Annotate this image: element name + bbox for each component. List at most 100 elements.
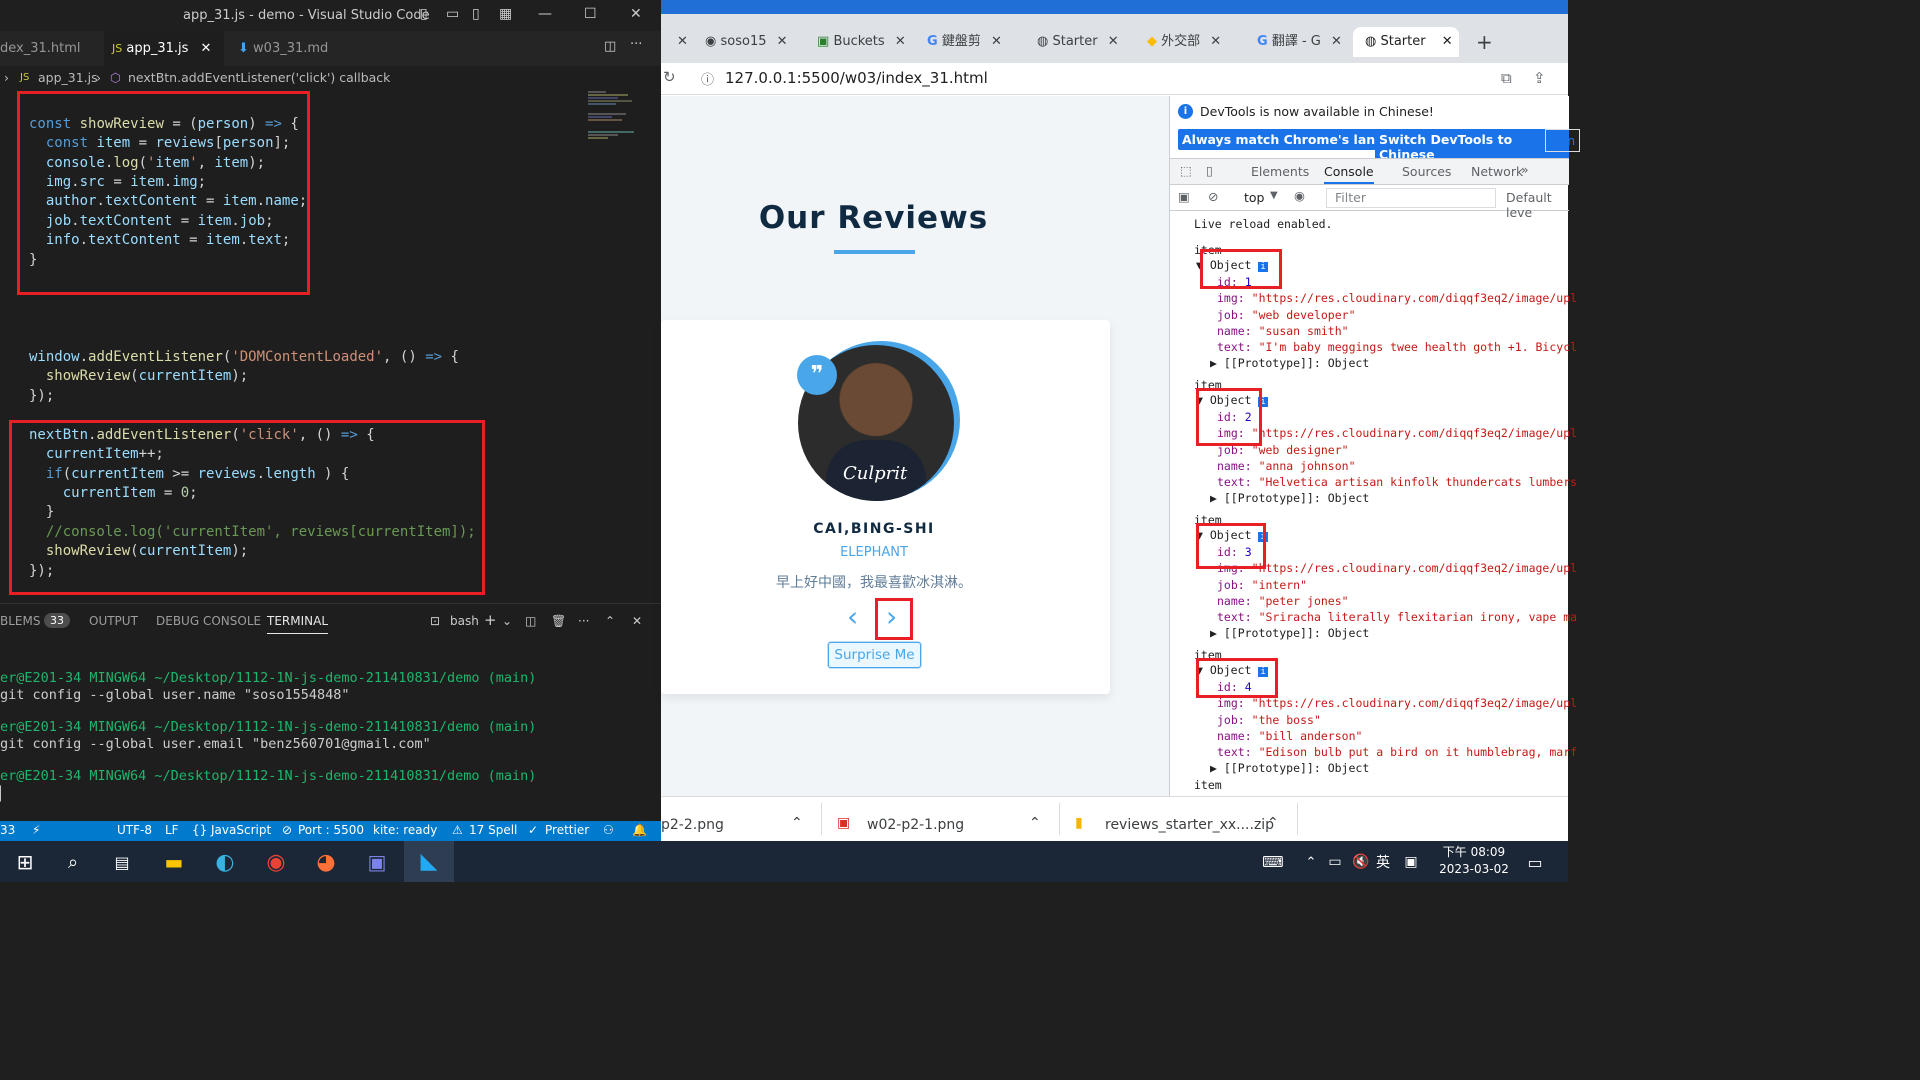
task-view-icon[interactable]: ▤ [107, 847, 137, 877]
download-item[interactable]: p2-2.png [661, 817, 724, 833]
ime-indicator[interactable]: 英 [1368, 847, 1398, 877]
split-editor-icon[interactable]: ◫ [604, 39, 616, 54]
tab-w03-md[interactable]: ⬇ w03_31.md [230, 31, 360, 66]
status-spell[interactable]: 17 Spell [469, 823, 517, 837]
prototype-expander[interactable]: ▶ [[Prototype]]: Object [1210, 356, 1369, 370]
tab-close-icon[interactable]: ✕ [895, 34, 906, 49]
status-problems[interactable]: 33 [0, 823, 15, 837]
status-port[interactable]: Port : 5500 [298, 823, 364, 837]
status-prettier[interactable]: Prettier [545, 823, 589, 837]
terminal-shell-label[interactable]: bash [450, 614, 479, 628]
ime-mode-icon[interactable]: ▣ [1396, 847, 1426, 877]
reload-icon[interactable]: ↻ [663, 68, 676, 86]
status-kite[interactable]: kite: ready [373, 823, 437, 837]
toggle-secondary-sidebar-icon[interactable]: ▯ [472, 6, 480, 22]
search-icon[interactable]: ⌕ [58, 847, 88, 877]
tab-close-icon[interactable]: ✕ [677, 27, 691, 57]
tab-network[interactable]: Network [1471, 164, 1523, 179]
status-encoding[interactable]: UTF-8 [117, 823, 152, 837]
status-language[interactable]: JavaScript [211, 823, 271, 837]
prototype-expander[interactable]: ▶ [[Prototype]]: Object [1210, 626, 1369, 640]
tab-app-js[interactable]: JS app_31.js ✕ [104, 31, 224, 66]
share-icon[interactable]: ⇪ [1533, 69, 1546, 87]
chrome-tab[interactable]: ◍ Starter ✕ [1037, 27, 1133, 57]
sidebar-icon[interactable]: ▣ [1178, 189, 1190, 204]
bell-icon[interactable]: 🔔 [632, 823, 647, 837]
filter-input[interactable]: Filter [1326, 188, 1496, 208]
tab-close-icon[interactable]: ✕ [1331, 34, 1342, 49]
eye-icon[interactable]: ◉ [1294, 188, 1305, 203]
toggle-panel-icon[interactable]: ▭ [446, 6, 459, 22]
teams-icon[interactable]: ▣ [362, 847, 392, 877]
info-icon[interactable]: ⓘ [701, 69, 714, 88]
maximize-icon[interactable]: ☐ [584, 6, 597, 22]
maximize-panel-icon[interactable]: ⌃ [605, 614, 615, 628]
vscode-taskbar-icon[interactable]: ◣ [404, 841, 454, 882]
file-explorer-icon[interactable]: ▬ [159, 847, 189, 877]
device-icon[interactable]: ▯ [1206, 163, 1213, 178]
tab-close-icon[interactable]: ✕ [777, 34, 788, 49]
chrome-tab[interactable]: G 翻譯 - G ✕ [1257, 27, 1353, 57]
chrome-tab[interactable]: ▣ Buckets ✕ [817, 27, 913, 57]
url-field[interactable]: 127.0.0.1:5500/w03/index_31.html [725, 69, 988, 87]
tab-index-html[interactable]: dex_31.html [0, 31, 100, 66]
more-tabs-icon[interactable]: » [1521, 162, 1529, 177]
random-button[interactable]: Surprise Me [828, 642, 921, 668]
inspect-icon[interactable]: ⬚ [1180, 163, 1192, 178]
chevron-up-icon[interactable]: ⌃ [791, 815, 803, 831]
tab-elements[interactable]: Elements [1251, 164, 1309, 179]
prototype-expander[interactable]: ▶ [[Prototype]]: Object [1210, 491, 1369, 505]
customize-layout-icon[interactable]: ▦ [499, 6, 512, 22]
keyboard-icon[interactable]: ⌨ [1258, 847, 1288, 877]
breadcrumb-symbol[interactable]: nextBtn.addEventListener('click') callba… [128, 66, 390, 90]
tab-console[interactable]: Console [1324, 164, 1374, 184]
tab-close-icon[interactable]: ✕ [1210, 34, 1221, 49]
translate-icon[interactable]: ⧉ [1501, 69, 1512, 87]
prototype-expander[interactable]: ▶ [[Prototype]]: Object [1210, 761, 1369, 775]
tab-close-icon[interactable]: ✕ [1442, 34, 1453, 49]
windows-start-icon[interactable]: ⊞ [10, 847, 40, 877]
chevron-up-icon[interactable]: ⌃ [1029, 815, 1041, 831]
minimize-icon[interactable]: — [538, 6, 552, 22]
firefox-icon[interactable]: ◕ [311, 847, 341, 877]
tab-close-icon[interactable]: ✕ [991, 34, 1002, 49]
tab-sources[interactable]: Sources [1402, 164, 1451, 179]
chrome-tab[interactable]: ◉ soso15 ✕ [705, 27, 801, 57]
chrome-icon[interactable]: ◉ [261, 847, 291, 877]
trash-icon[interactable]: 🗑 [551, 614, 566, 628]
dont-show-button[interactable]: Don [1545, 129, 1581, 152]
accounts-icon[interactable]: ⚇ [603, 823, 614, 837]
code-editor[interactable]: const showReview = (person) => { const i… [0, 90, 586, 602]
edge-icon[interactable]: ◐ [210, 847, 240, 877]
chevron-down-icon[interactable]: ⌄ [502, 614, 512, 628]
clear-console-icon[interactable]: ⊘ [1208, 189, 1218, 204]
status-eol[interactable]: LF [165, 823, 179, 837]
split-terminal-icon[interactable]: ◫ [525, 614, 536, 628]
tab-close-icon[interactable]: ✕ [201, 41, 212, 56]
log-levels-select[interactable]: Default leve [1506, 190, 1569, 220]
tab-output[interactable]: OUTPUT [89, 614, 138, 628]
prev-button[interactable]: ‹ [847, 603, 858, 631]
breadcrumb-file[interactable]: app_31.js [38, 66, 98, 90]
chrome-tab[interactable]: G 鍵盤剪 ✕ [927, 27, 1023, 57]
close-icon[interactable]: ✕ [630, 6, 642, 22]
tab-debug-console[interactable]: DEBUG CONSOLE [156, 614, 261, 628]
chevron-up-icon[interactable]: ⌃ [1267, 815, 1279, 831]
toggle-sidebar-icon[interactable]: ▯ [420, 6, 428, 22]
chrome-tab-active[interactable]: ◍ Starter ✕ [1353, 27, 1459, 57]
more-actions-icon[interactable]: ··· [578, 614, 589, 628]
chrome-tab[interactable]: ◆ 外交部 ✕ [1147, 27, 1243, 57]
clock[interactable]: 下午 08:09 2023-03-02 [1436, 844, 1512, 878]
new-tab-icon[interactable]: + [1476, 27, 1493, 57]
context-select[interactable]: top [1244, 190, 1264, 205]
tab-terminal[interactable]: TERMINAL [267, 614, 329, 634]
lightning-icon[interactable]: ⚡ [32, 823, 40, 837]
new-terminal-icon[interactable]: + [484, 611, 497, 629]
tab-close-icon[interactable]: ✕ [1108, 34, 1119, 49]
tab-problems[interactable]: BLEMS [0, 614, 40, 628]
close-panel-icon[interactable]: ✕ [632, 614, 642, 628]
more-actions-icon[interactable]: ··· [630, 37, 642, 52]
minimap[interactable] [588, 90, 648, 230]
download-item[interactable]: w02-p2-1.png [867, 817, 964, 833]
notifications-icon[interactable]: ▭ [1520, 847, 1550, 877]
